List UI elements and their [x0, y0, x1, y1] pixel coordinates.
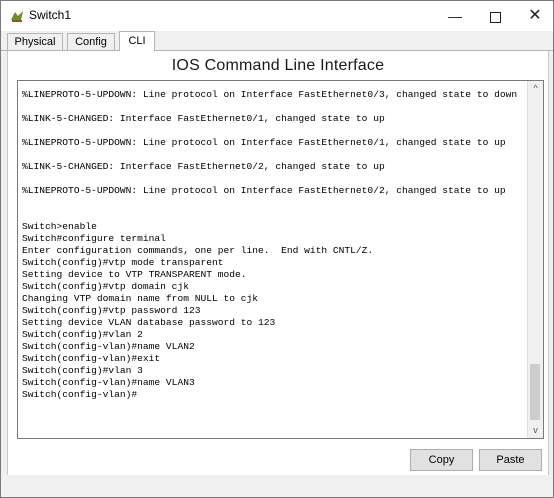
window-title: Switch1: [29, 8, 72, 22]
close-icon: ✕: [528, 7, 542, 24]
tab-cli[interactable]: CLI: [119, 31, 155, 51]
title-bar[interactable]: Switch1 — ✕: [1, 1, 553, 31]
paste-button[interactable]: Paste: [479, 449, 542, 471]
maximize-icon: [489, 11, 501, 23]
app-window: Switch1 — ✕ Physical Config CLI IOS Comm…: [0, 0, 554, 498]
minimize-button[interactable]: —: [437, 1, 473, 31]
cli-panel: IOS Command Line Interface %LINEPROTO-5-…: [7, 51, 549, 476]
tab-bar: Physical Config CLI: [1, 31, 553, 51]
scroll-thumb[interactable]: [530, 364, 540, 420]
tab-config[interactable]: Config: [67, 33, 115, 50]
copy-button[interactable]: Copy: [410, 449, 473, 471]
minimize-icon: —: [448, 8, 462, 24]
console-output[interactable]: %LINEPROTO-5-UPDOWN: Line protocol on In…: [22, 89, 518, 401]
maximize-button[interactable]: [477, 1, 513, 31]
status-bar: [1, 475, 553, 497]
close-button[interactable]: ✕: [517, 1, 553, 31]
console-scrollbar[interactable]: ^ v: [527, 81, 543, 438]
cli-console[interactable]: %LINEPROTO-5-UPDOWN: Line protocol on In…: [17, 80, 544, 439]
switch-app-icon: [11, 11, 23, 22]
tab-physical[interactable]: Physical: [7, 33, 63, 50]
scroll-up-icon[interactable]: ^: [528, 81, 543, 96]
cli-heading: IOS Command Line Interface: [171, 57, 385, 74]
scroll-down-icon[interactable]: v: [528, 423, 543, 438]
